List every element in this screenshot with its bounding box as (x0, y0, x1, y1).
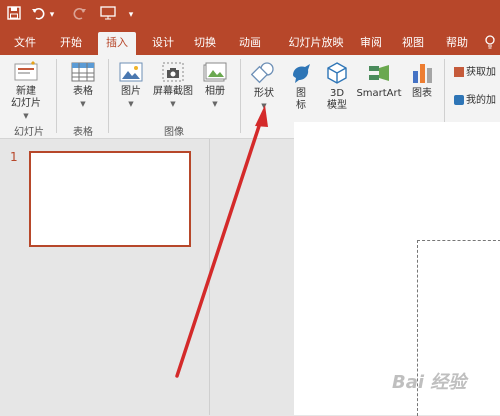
watermark-text: Bai 经验 (392, 372, 467, 393)
annotation-arrow (175, 105, 268, 378)
